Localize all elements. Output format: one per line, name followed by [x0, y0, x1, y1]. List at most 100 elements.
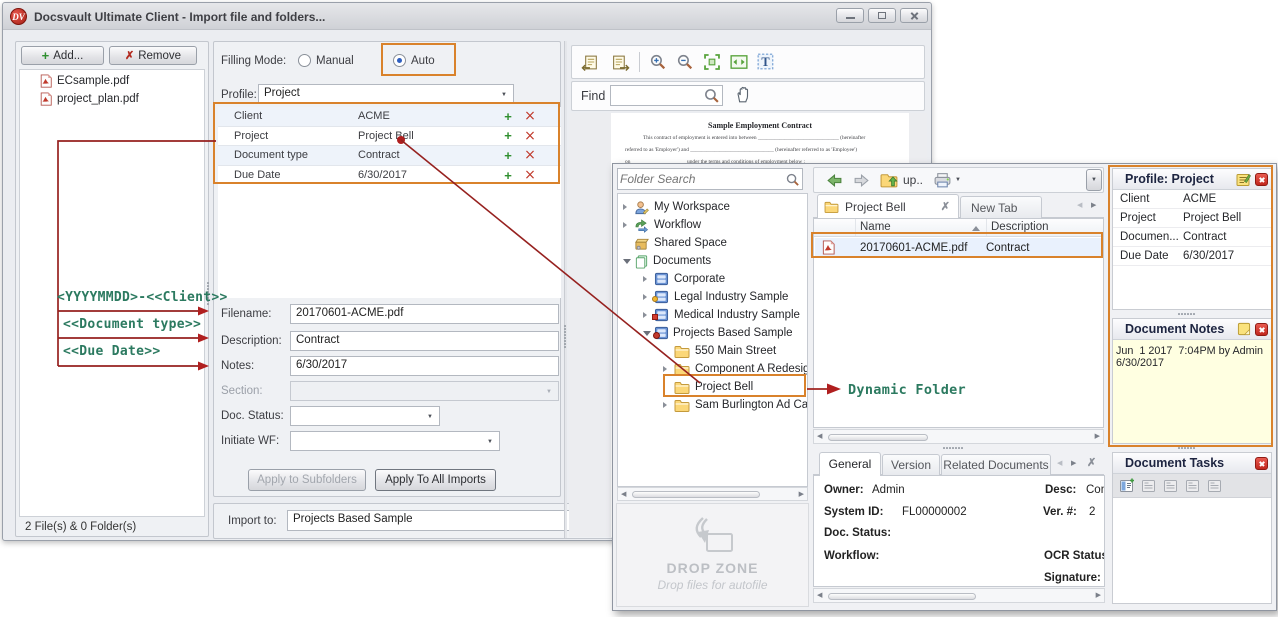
props-tab-left-icon[interactable]: ◀ [1057, 460, 1062, 467]
zoom-out-icon[interactable] [676, 53, 694, 71]
tab-general[interactable]: General [819, 452, 881, 476]
tree-item-documents[interactable]: Documents [623, 252, 807, 270]
drop-zone[interactable]: DROP ZONE Drop files for autofile [616, 503, 809, 607]
splitter[interactable] [564, 41, 567, 538]
scroll-thumb[interactable] [632, 491, 760, 498]
prev-page-icon[interactable] [581, 54, 601, 71]
scroll-thumb[interactable] [828, 434, 928, 441]
task-action-icon[interactable] [1141, 478, 1157, 493]
shared-space-icon [634, 236, 649, 251]
expand-icon[interactable] [623, 222, 628, 228]
file-list-hscrollbar[interactable]: ◀ ▶ [813, 429, 1104, 444]
collapse-icon[interactable] [643, 331, 651, 336]
close-icon [910, 11, 919, 20]
radio-manual[interactable] [298, 54, 311, 67]
desc-label: Desc: [1045, 484, 1076, 496]
doc-status-combo[interactable]: ▼ [290, 406, 440, 426]
main-window-title: Docsvault Ultimate Client - Import file … [34, 10, 325, 24]
scroll-right-icon[interactable]: ▶ [1095, 433, 1100, 440]
tree-item-medical[interactable]: Medical Industry Sample [643, 306, 807, 324]
chevron-down-icon: ▼ [1091, 177, 1097, 183]
folder-icon [824, 201, 839, 213]
tab-project-bell[interactable]: Project Bell ✗ [817, 194, 959, 218]
tree-item-projects-based[interactable]: Projects Based Sample [643, 324, 807, 342]
profile-combo[interactable]: Project▼ [258, 84, 514, 104]
expand-icon[interactable] [663, 366, 668, 372]
add-button[interactable]: +Add... [21, 46, 104, 65]
splitter-handle[interactable] [564, 325, 566, 348]
remove-button[interactable]: ✗Remove [109, 46, 197, 65]
pan-hand-icon[interactable] [734, 86, 752, 104]
fit-width-icon[interactable] [730, 53, 748, 71]
fit-page-icon[interactable] [703, 53, 721, 71]
description-input[interactable]: Contract [290, 331, 559, 351]
tab-scroll-right-icon[interactable]: ▶ [1091, 202, 1096, 209]
nav-toolbar: up.. ▼ [813, 167, 1104, 193]
tree-item-550-main[interactable]: 550 Main Street [663, 342, 807, 360]
annotation-duedate-pattern: <<Due Date>> [63, 344, 161, 359]
tab-new-tab[interactable]: New Tab [960, 196, 1042, 218]
expand-icon[interactable] [663, 402, 668, 408]
chevron-down-icon: ▼ [427, 414, 433, 420]
workspace-icon [634, 200, 649, 215]
props-hscrollbar[interactable]: ◀ ▶ [813, 588, 1105, 603]
scroll-thumb[interactable] [828, 593, 976, 600]
tasks-toolbar [1113, 474, 1271, 498]
folder-search-input[interactable] [620, 170, 780, 188]
toolbar-combo-button[interactable]: ▼ [1086, 169, 1102, 191]
tree-hscrollbar[interactable]: ◀ ▶ [617, 487, 808, 501]
pdf-icon [39, 92, 53, 106]
tree-item-sam-burlington[interactable]: Sam Burlington Ad Camp [663, 396, 808, 414]
tab-version[interactable]: Version [882, 454, 940, 475]
tab-related-documents[interactable]: Related Documents [941, 454, 1051, 475]
apply-subfolders-button[interactable]: Apply to Subfolders [248, 469, 366, 491]
scroll-right-icon[interactable]: ▶ [799, 491, 804, 498]
scroll-left-icon[interactable]: ◀ [817, 592, 822, 599]
file-item-projectplan[interactable]: project_plan.pdf [39, 90, 199, 108]
task-action-icon[interactable] [1163, 478, 1179, 493]
props-tab-right-icon[interactable]: ▶ [1071, 460, 1076, 467]
zoom-in-icon[interactable] [649, 53, 667, 71]
remove-icon: ✗ [125, 49, 134, 62]
tree-item-workflow[interactable]: Workflow [623, 216, 807, 234]
task-action-icon[interactable] [1185, 478, 1201, 493]
scroll-left-icon[interactable]: ◀ [817, 433, 822, 440]
minimize-button[interactable] [836, 8, 864, 23]
bottom-splitter-handle[interactable] [943, 447, 963, 449]
tree-item-shared-space[interactable]: Shared Space [623, 234, 807, 252]
tree-item-corporate[interactable]: Corporate [643, 270, 807, 288]
forward-icon[interactable] [853, 173, 870, 188]
scroll-right-icon[interactable]: ▶ [1096, 592, 1101, 599]
find-search-icon[interactable] [703, 87, 720, 104]
tab-close-icon[interactable]: ✗ [941, 200, 950, 213]
apply-all-imports-button[interactable]: Apply To All Imports [375, 469, 496, 491]
new-task-icon[interactable] [1119, 478, 1135, 493]
expand-icon[interactable] [623, 204, 628, 210]
up-button[interactable]: up.. [880, 172, 923, 188]
select-text-icon[interactable] [757, 53, 775, 71]
radio-manual-label[interactable]: Manual [316, 55, 354, 67]
collapse-icon[interactable] [623, 259, 631, 264]
file-item-ecsample[interactable]: ECsample.pdf [39, 72, 199, 90]
annotation-doctype-pattern: <<Document type>> [63, 317, 201, 332]
props-close-icon[interactable]: ✗ [1087, 456, 1096, 469]
scroll-left-icon[interactable]: ◀ [621, 491, 626, 498]
tree-item-legal[interactable]: Legal Industry Sample [643, 288, 807, 306]
expand-icon[interactable] [643, 276, 648, 282]
maximize-button[interactable] [868, 8, 896, 23]
notes-input[interactable]: 6/30/2017 [290, 356, 559, 376]
next-page-icon[interactable] [610, 54, 630, 71]
print-button[interactable]: ▼ [933, 172, 961, 188]
close-button[interactable] [900, 8, 928, 23]
filename-input[interactable]: 20170601-ACME.pdf [290, 304, 559, 324]
search-icon[interactable] [785, 172, 800, 187]
tab-scroll-left-icon[interactable]: ◀ [1077, 202, 1082, 209]
back-icon[interactable] [826, 173, 843, 188]
desc-value: Contract [1086, 484, 1105, 496]
initiate-wf-combo[interactable]: ▼ [290, 431, 500, 451]
close-tasks-icon[interactable] [1255, 457, 1268, 470]
app-logo: DV [10, 8, 27, 25]
right-splitter-handle-2[interactable] [1178, 447, 1195, 449]
task-action-icon[interactable] [1207, 478, 1223, 493]
tree-item-my-workspace[interactable]: My Workspace [623, 198, 807, 216]
